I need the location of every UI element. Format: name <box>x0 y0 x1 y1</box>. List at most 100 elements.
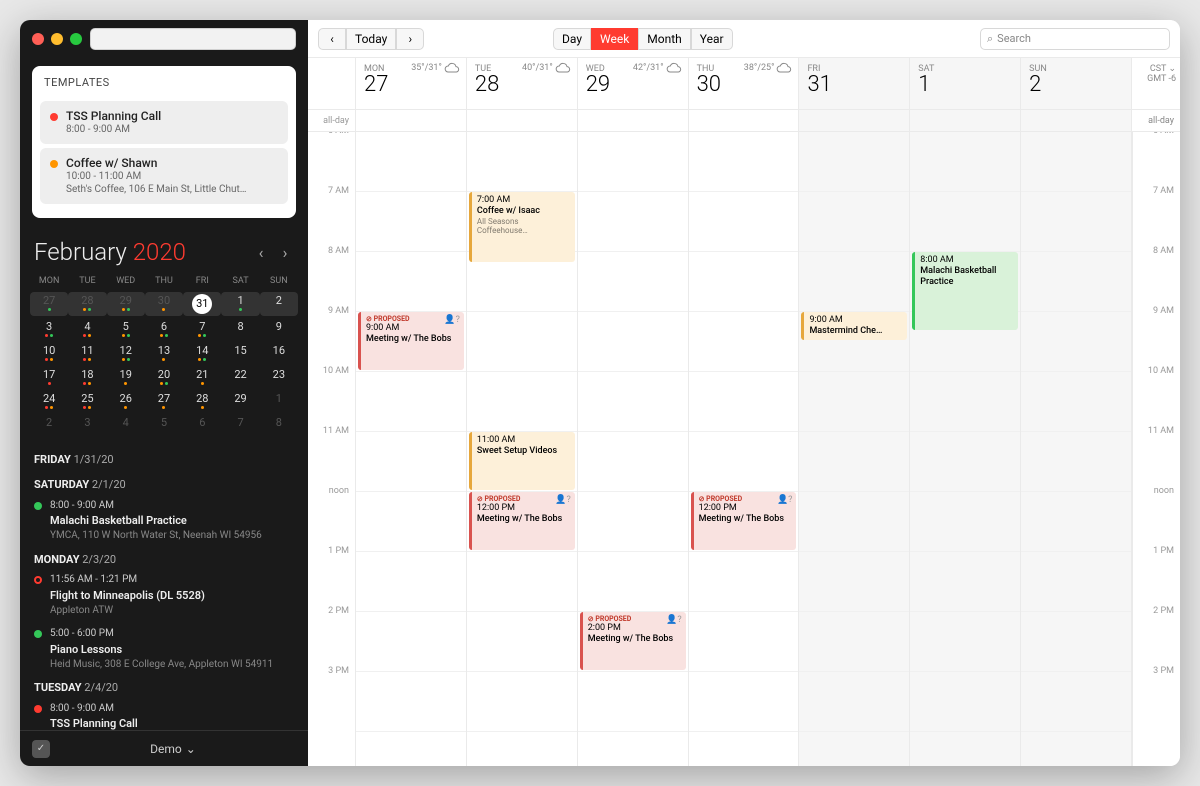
mini-cal-day[interactable]: 14 <box>183 342 221 364</box>
mini-cal-day[interactable]: 28 <box>68 292 106 316</box>
mini-cal-day[interactable]: 5 <box>145 414 183 431</box>
mini-cal-day[interactable]: 13 <box>145 342 183 364</box>
mini-cal-day[interactable]: 15 <box>221 342 259 364</box>
sidebar-footer: ✓ Demo ⌄ <box>20 730 308 766</box>
mini-cal-day[interactable]: 3 <box>30 318 68 340</box>
day-header[interactable]: SAT1 <box>910 58 1021 109</box>
mini-cal-day[interactable]: 31 <box>183 292 221 316</box>
agenda-event[interactable]: 8:00 - 9:00 AM TSS Planning Call <box>34 702 294 730</box>
search-field[interactable]: ⌕ Search <box>980 28 1170 50</box>
mini-cal-day[interactable]: 28 <box>183 390 221 412</box>
agenda-event[interactable]: 5:00 - 6:00 PM Piano Lessons Heid Music,… <box>34 627 294 671</box>
mini-cal-day[interactable]: 30 <box>145 292 183 316</box>
mini-cal-day[interactable]: 4 <box>107 414 145 431</box>
template-item[interactable]: Coffee w/ Shawn 10:00 - 11:00 AM Seth's … <box>40 148 288 204</box>
today-button[interactable]: Today <box>346 28 396 50</box>
day-header[interactable]: MON27 35°/31° <box>356 58 467 109</box>
minimize-dot[interactable] <box>51 33 63 45</box>
template-time: 10:00 - 11:00 AM <box>66 170 246 183</box>
mini-cal-day[interactable]: 29 <box>107 292 145 316</box>
calendar-event[interactable]: ⊘ PROPOSED 👤? 2:00 PM Meeting w/ The Bob… <box>580 612 686 670</box>
mini-cal-day[interactable]: 24 <box>30 390 68 412</box>
nav-prev[interactable]: ‹ <box>318 28 346 50</box>
weather: 38°/25° <box>744 62 793 74</box>
view-week[interactable]: Week <box>591 28 638 50</box>
calendar-event[interactable]: ⊘ PROPOSED 👤? 12:00 PM Meeting w/ The Bo… <box>691 492 797 550</box>
calendar-event[interactable]: ⊘ PROPOSED 👤? 9:00 AM Meeting w/ The Bob… <box>358 312 464 370</box>
day-header[interactable]: WED29 42°/31° <box>578 58 689 109</box>
mini-cal-day[interactable]: 3 <box>68 414 106 431</box>
timezone-label[interactable]: CST ⌄GMT -6 <box>1132 58 1180 109</box>
mini-cal-day[interactable]: 9 <box>260 318 298 340</box>
calendar-event[interactable]: 9:00 AM Mastermind Che… <box>801 312 907 340</box>
mini-cal-day[interactable]: 7 <box>221 414 259 431</box>
mini-cal-day[interactable]: 8 <box>221 318 259 340</box>
day-header[interactable]: FRI31 <box>799 58 910 109</box>
grid-day-column[interactable] <box>1021 132 1132 766</box>
zoom-dot[interactable] <box>70 33 82 45</box>
mini-cal-day[interactable]: 18 <box>68 366 106 388</box>
day-header[interactable]: THU30 38°/25° <box>689 58 800 109</box>
mini-cal-day[interactable]: 26 <box>107 390 145 412</box>
mini-cal-day[interactable]: 17 <box>30 366 68 388</box>
template-name: TSS Planning Call <box>66 109 161 123</box>
sidebar-search[interactable] <box>90 28 296 50</box>
mini-cal-day[interactable]: 1 <box>221 292 259 316</box>
day-header[interactable]: SUN2 <box>1021 58 1132 109</box>
month-next[interactable]: › <box>276 243 294 261</box>
mini-cal-day[interactable]: 27 <box>30 292 68 316</box>
calendar-set-picker[interactable]: Demo ⌄ <box>150 742 196 756</box>
mini-cal-day[interactable]: 2 <box>260 292 298 316</box>
mini-cal-day[interactable]: 19 <box>107 366 145 388</box>
view-year[interactable]: Year <box>691 28 733 50</box>
grid-day-column[interactable]: 8:00 AM Malachi Basketball Practice <box>910 132 1021 766</box>
close-dot[interactable] <box>32 33 44 45</box>
agenda-day-header: MONDAY 2/3/20 <box>34 553 294 568</box>
mini-cal-day[interactable]: 8 <box>260 414 298 431</box>
calendar-event[interactable]: ⊘ PROPOSED 👤? 12:00 PM Meeting w/ The Bo… <box>469 492 575 550</box>
mini-cal-day[interactable]: 4 <box>68 318 106 340</box>
mini-cal-day[interactable]: 25 <box>68 390 106 412</box>
mini-cal-day[interactable]: 7 <box>183 318 221 340</box>
agenda-event[interactable]: 8:00 - 9:00 AM Malachi Basketball Practi… <box>34 499 294 543</box>
template-item[interactable]: TSS Planning Call 8:00 - 9:00 AM <box>40 101 288 144</box>
calendar-event[interactable]: 7:00 AM Coffee w/ Isaac All Seasons Coff… <box>469 192 575 262</box>
mini-cal-day[interactable]: 1 <box>260 390 298 412</box>
calendar-event[interactable]: 11:00 AM Sweet Setup Videos <box>469 432 575 490</box>
nav-next[interactable]: › <box>396 28 424 50</box>
attendees-icon: 👤? <box>555 495 570 506</box>
mini-cal-day[interactable]: 27 <box>145 390 183 412</box>
month-prev[interactable]: ‹ <box>252 243 270 261</box>
grid-day-column[interactable]: ⊘ PROPOSED 👤? 12:00 PM Meeting w/ The Bo… <box>689 132 800 766</box>
agenda-event[interactable]: 11:56 AM - 1:21 PM Flight to Minneapolis… <box>34 573 294 617</box>
week-grid[interactable]: 6 AM7 AM8 AM9 AM10 AM11 AMnoon1 PM2 PM3 … <box>308 132 1180 766</box>
grid-day-column[interactable]: ⊘ PROPOSED 👤? 9:00 AM Meeting w/ The Bob… <box>356 132 467 766</box>
agenda-day-header: FRIDAY 1/31/20 <box>34 453 294 468</box>
mini-cal-day[interactable]: 11 <box>68 342 106 364</box>
calendar-event[interactable]: 8:00 AM Malachi Basketball Practice <box>912 252 1018 330</box>
grid-day-column[interactable]: ⊘ PROPOSED 👤? 2:00 PM Meeting w/ The Bob… <box>578 132 689 766</box>
mini-cal-day[interactable]: 21 <box>183 366 221 388</box>
view-month[interactable]: Month <box>638 28 690 50</box>
mini-cal-day[interactable]: 22 <box>221 366 259 388</box>
mini-cal-day[interactable]: 29 <box>221 390 259 412</box>
view-day[interactable]: Day <box>553 28 591 50</box>
mini-cal-day[interactable]: 6 <box>145 318 183 340</box>
agenda-list[interactable]: FRIDAY 1/31/20SATURDAY 2/1/20 8:00 - 9:0… <box>20 443 308 730</box>
mini-cal-day[interactable]: 23 <box>260 366 298 388</box>
mini-cal-day[interactable]: 2 <box>30 414 68 431</box>
weather: 42°/31° <box>633 62 682 74</box>
footer-check-icon[interactable]: ✓ <box>32 740 50 758</box>
grid-day-column[interactable]: 7:00 AM Coffee w/ Isaac All Seasons Coff… <box>467 132 578 766</box>
mini-cal-day[interactable]: 12 <box>107 342 145 364</box>
mini-calendar[interactable]: 2728293031123456789101112131415161718192… <box>20 290 308 443</box>
grid-day-column[interactable]: 9:00 AM Mastermind Che… <box>799 132 910 766</box>
mini-cal-day[interactable]: 16 <box>260 342 298 364</box>
mini-cal-day[interactable]: 6 <box>183 414 221 431</box>
mini-cal-day[interactable]: 20 <box>145 366 183 388</box>
view-segmented: DayWeekMonthYear <box>553 28 733 50</box>
day-header[interactable]: TUE28 40°/31° <box>467 58 578 109</box>
mini-cal-day[interactable]: 10 <box>30 342 68 364</box>
attendees-icon: 👤? <box>666 615 681 626</box>
mini-cal-day[interactable]: 5 <box>107 318 145 340</box>
